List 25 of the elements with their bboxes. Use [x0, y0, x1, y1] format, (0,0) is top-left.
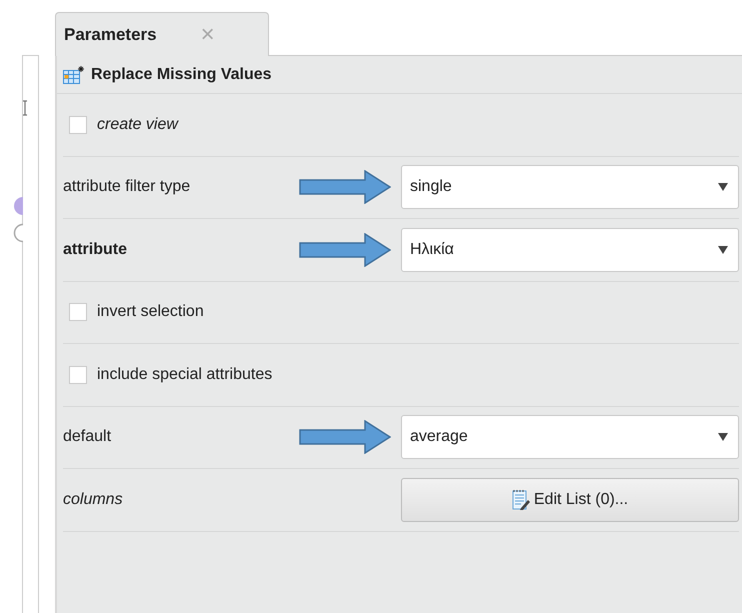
parameter-label: columns: [63, 490, 123, 509]
tab-label: Parameters: [64, 24, 157, 44]
parameter-label: attribute: [63, 240, 127, 259]
resize-icon[interactable]: [22, 100, 28, 116]
parameter-label: invert selection: [97, 303, 204, 322]
port-icon[interactable]: [13, 196, 23, 216]
edit-list-button[interactable]: Edit List (0)...: [401, 478, 739, 522]
parameters-tab[interactable]: Parameters ×: [55, 12, 269, 56]
port-icon[interactable]: [13, 223, 23, 243]
parameter-label: include special attributes: [97, 366, 272, 384]
caret-icon: [718, 246, 728, 254]
parameter-label: default: [63, 428, 112, 446]
caret-icon: [718, 433, 728, 442]
checkbox[interactable]: [69, 116, 87, 134]
table-icon: [63, 66, 85, 84]
notepad-icon: [512, 488, 530, 511]
parameter-label: attribute filter type: [63, 178, 190, 196]
checkbox[interactable]: [69, 366, 87, 384]
checkbox[interactable]: [69, 303, 87, 322]
dropdown[interactable]: average: [401, 415, 739, 460]
caret-icon: [718, 183, 728, 192]
dropdown[interactable]: single: [401, 165, 739, 210]
dropdown[interactable]: Ηλικία: [401, 228, 739, 272]
operator-title: Replace Missing Values: [91, 66, 272, 84]
parameter-label: create view: [97, 116, 178, 134]
